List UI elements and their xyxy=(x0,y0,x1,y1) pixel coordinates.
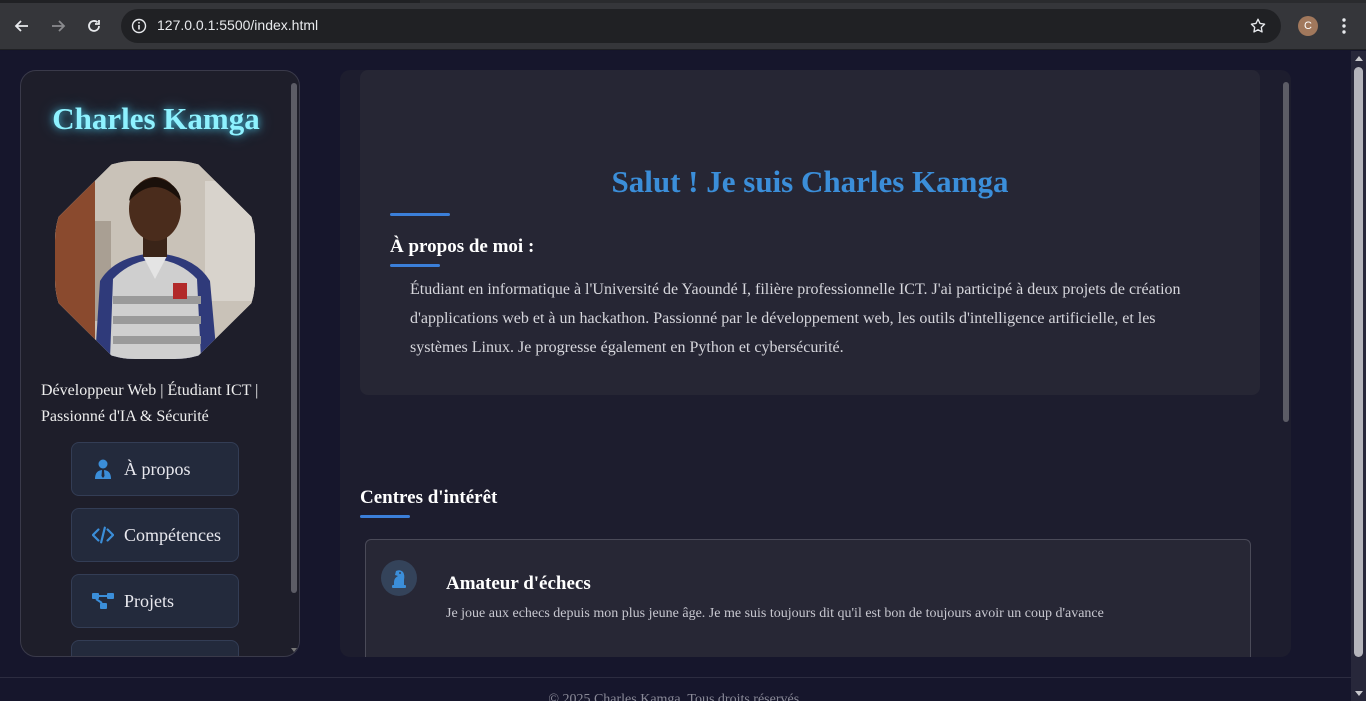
about-title: Salut ! Je suis Charles Kamga xyxy=(611,164,1009,199)
nav-item-competences[interactable]: Compétences xyxy=(71,508,239,562)
code-icon xyxy=(92,524,114,546)
main-content: Salut ! Je suis Charles Kamga À propos d… xyxy=(340,70,1291,657)
interests-heading: Centres d'intérêt xyxy=(360,487,498,508)
arrow-right-icon xyxy=(52,20,66,32)
nav-label: À propos xyxy=(124,458,191,479)
url-text[interactable]: 127.0.0.1:5500/index.html xyxy=(157,17,318,33)
title-underline xyxy=(390,213,450,216)
profile-photo-image xyxy=(55,161,255,359)
reload-button[interactable] xyxy=(81,13,107,39)
forward-button[interactable] xyxy=(45,13,71,39)
sidebar: Charles Kamga Développeur Web | Étudiant… xyxy=(20,70,300,657)
scrollbar-thumb[interactable] xyxy=(1354,67,1363,657)
nav-item-a-propos[interactable]: À propos xyxy=(71,442,239,496)
footer: © 2025 Charles Kamga. Tous droits réserv… xyxy=(548,692,803,701)
about-section: Salut ! Je suis Charles Kamga À propos d… xyxy=(360,70,1260,395)
reload-icon xyxy=(88,20,100,32)
interest-text: Je joue aux echecs depuis mon plus jeune… xyxy=(446,606,1104,621)
scroll-up-arrow[interactable] xyxy=(1355,56,1363,61)
interest-card: Amateur d'échecs Je joue aux echecs depu… xyxy=(365,539,1251,657)
nav-label: Projets xyxy=(124,590,175,611)
project-diagram-icon xyxy=(92,590,114,612)
about-subtitle: À propos de moi : xyxy=(390,236,535,257)
chess-knight-icon xyxy=(381,560,417,596)
browser-menu-button[interactable] xyxy=(1334,15,1354,37)
back-button[interactable] xyxy=(9,13,35,39)
sidebar-scrollbar[interactable] xyxy=(291,83,297,593)
profile-avatar[interactable]: C xyxy=(1298,16,1318,36)
bookmark-star-icon[interactable] xyxy=(1249,17,1267,35)
footer-divider xyxy=(0,677,1351,678)
more-vert-icon xyxy=(1342,18,1346,34)
interest-title: Amateur d'échecs xyxy=(446,573,591,594)
browser-toolbar: 127.0.0.1:5500/index.html C xyxy=(0,0,1366,50)
profile-photo xyxy=(55,161,255,359)
nav-label: Compétences xyxy=(124,524,221,545)
about-text: Étudiant en informatique à l'Université … xyxy=(410,281,1181,356)
arrow-left-icon xyxy=(14,20,28,32)
user-tie-icon xyxy=(92,458,114,480)
page-viewport: Charles Kamga Développeur Web | Étudiant… xyxy=(0,51,1351,701)
address-bar[interactable]: 127.0.0.1:5500/index.html xyxy=(121,9,1281,43)
active-tab[interactable] xyxy=(0,0,420,3)
site-info-icon[interactable] xyxy=(131,18,147,34)
sidebar-scroll-down-arrow[interactable] xyxy=(291,648,297,652)
subtitle-underline xyxy=(390,264,440,267)
scroll-down-arrow[interactable] xyxy=(1355,691,1363,696)
main-scrollbar[interactable] xyxy=(1283,82,1289,422)
nav-item-partial[interactable] xyxy=(71,640,239,656)
tab-strip xyxy=(0,0,1366,3)
nav-item-projets[interactable]: Projets xyxy=(71,574,239,628)
sidebar-name: Charles Kamga xyxy=(52,101,260,136)
page-scrollbar[interactable] xyxy=(1351,51,1366,701)
sidebar-tagline: Développeur Web | Étudiant ICT | Passion… xyxy=(41,382,259,425)
interests-underline xyxy=(360,515,410,518)
